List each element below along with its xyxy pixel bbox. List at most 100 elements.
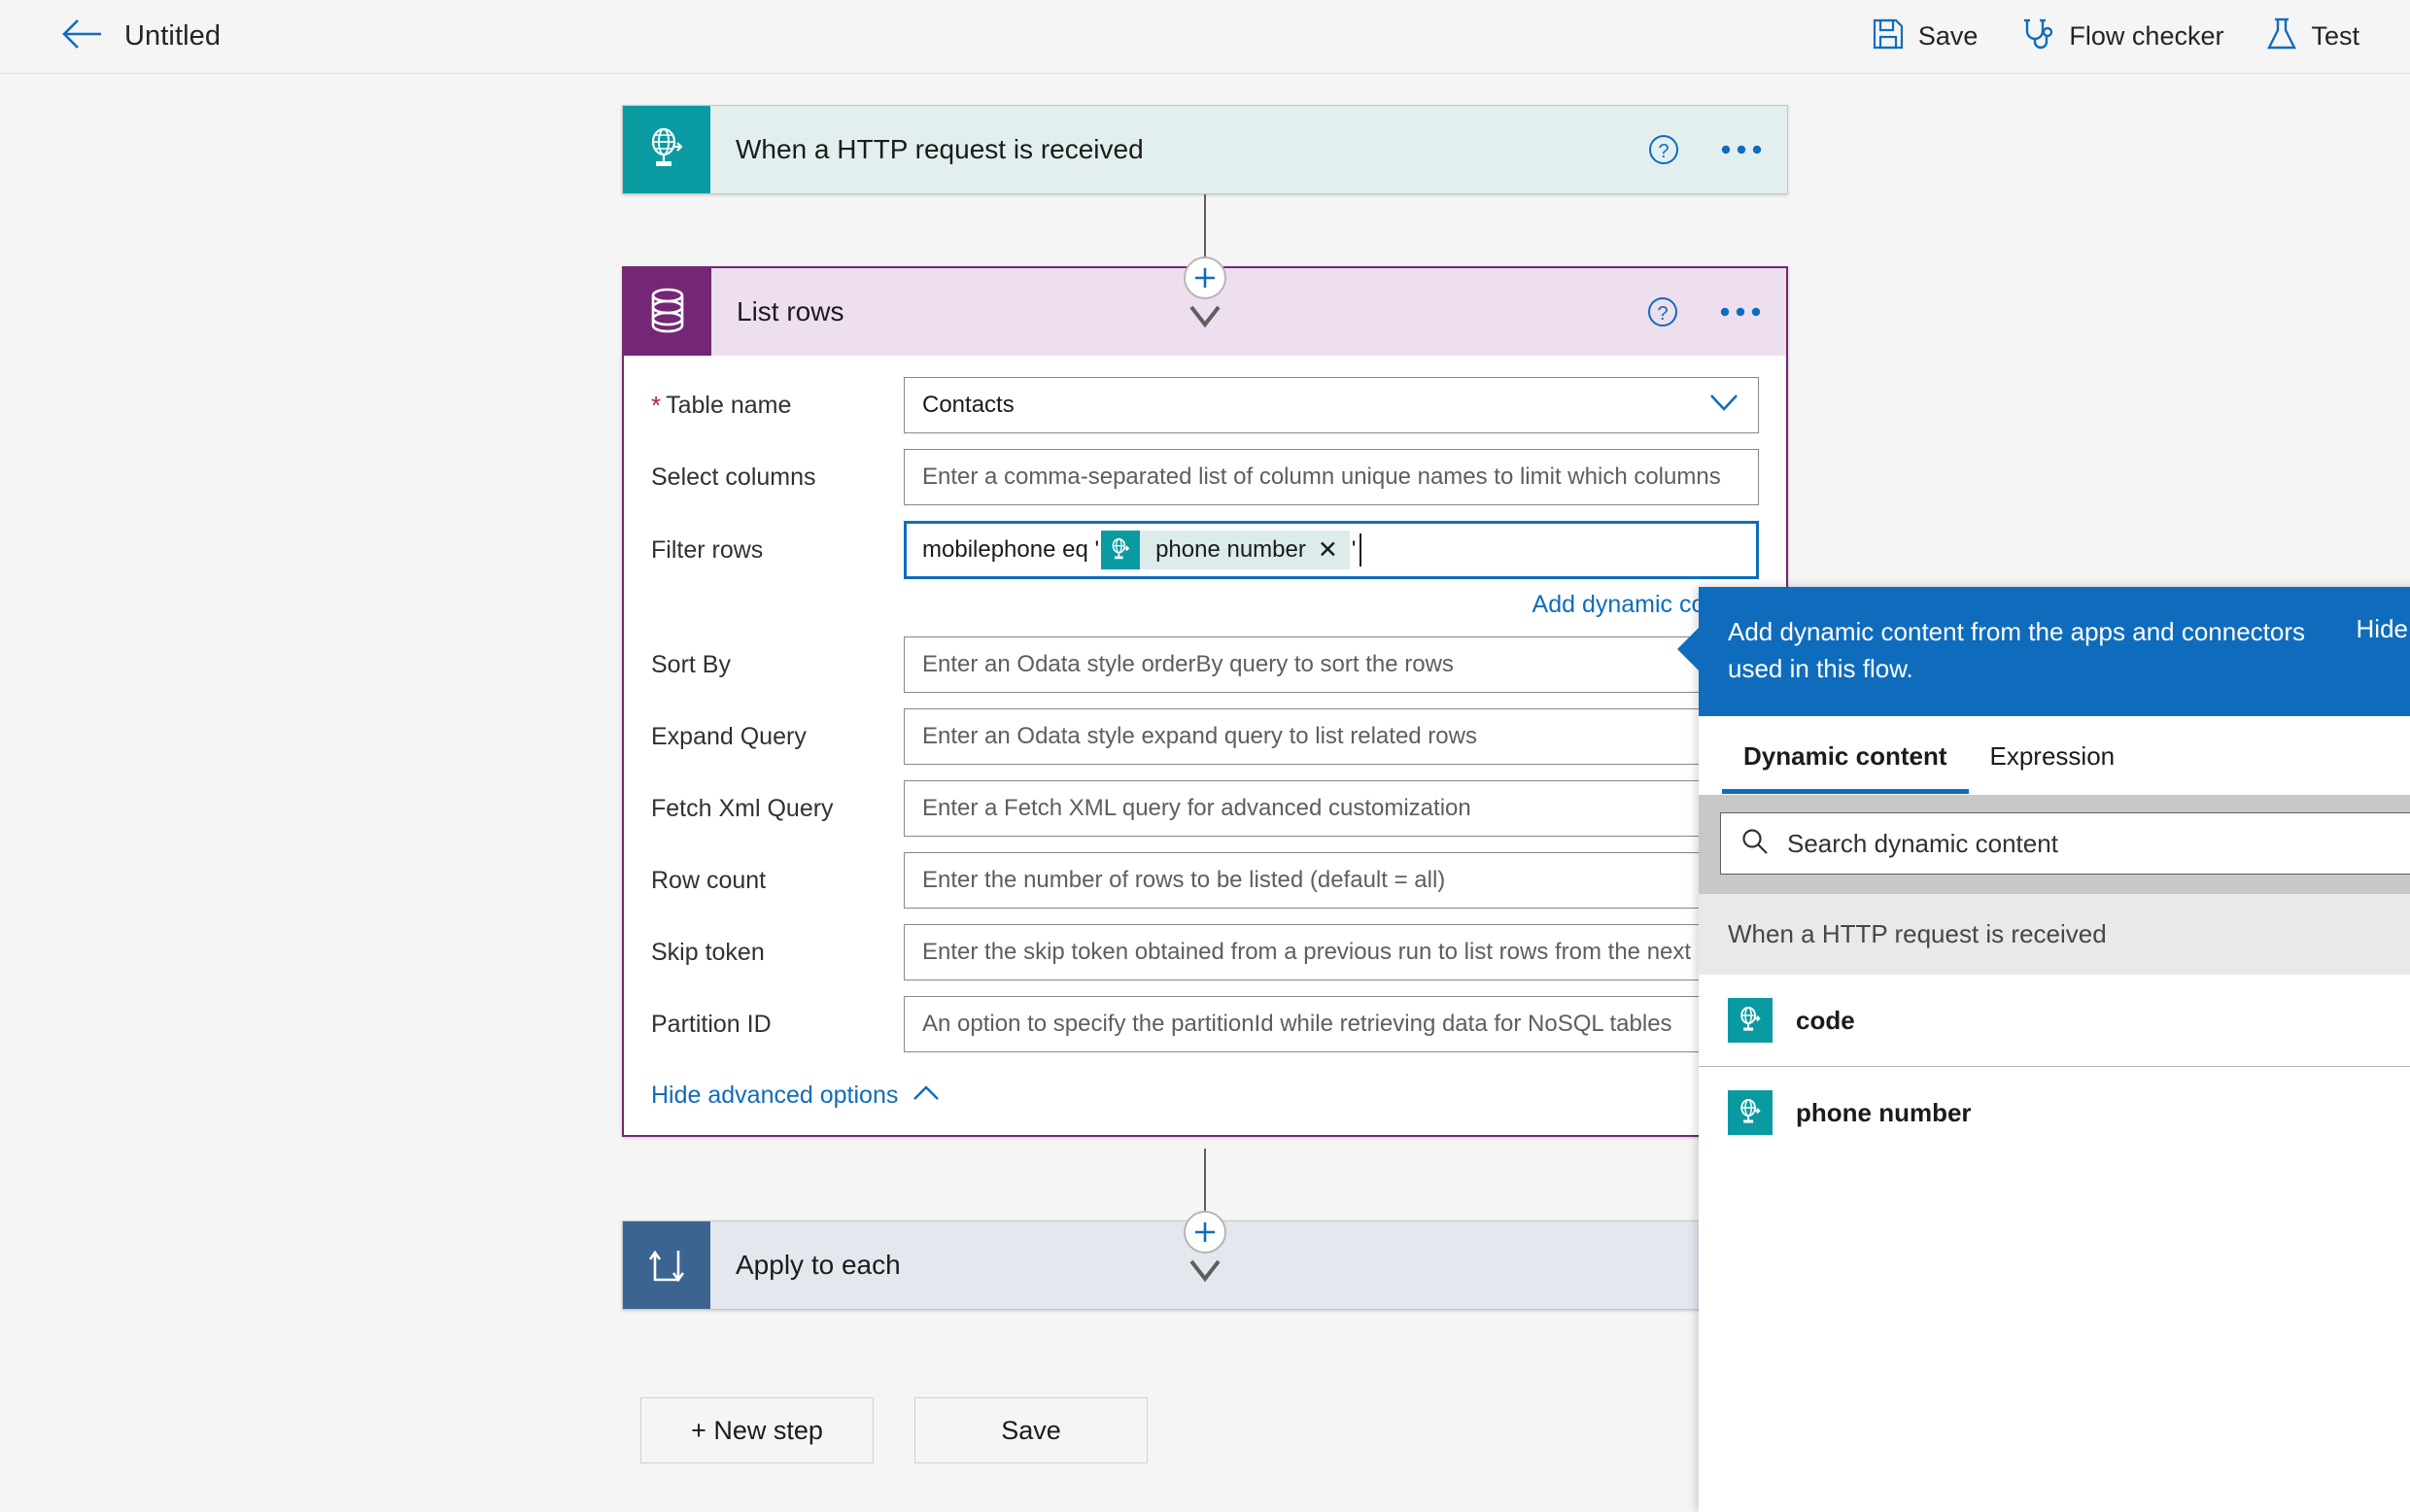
trigger-card-header[interactable]: When a HTTP request is received ? [710, 106, 1787, 193]
advanced-options-row: Hide advanced options [624, 1068, 1786, 1117]
flow-canvas: When a HTTP request is received ? List r… [0, 74, 2410, 1512]
save-flow-button[interactable]: Save [914, 1397, 1148, 1463]
field-label-table-name: * Table name [651, 392, 904, 420]
search-icon [1740, 827, 1770, 861]
token-label: phone number [1155, 536, 1306, 563]
dynamic-content-banner-text: Add dynamic content from the apps and co… [1728, 617, 2306, 683]
flow-title: Untitled [124, 20, 222, 52]
svg-text:?: ? [1657, 303, 1668, 325]
row-count-input[interactable]: Enter the number of rows to be listed (d… [904, 852, 1759, 909]
hide-advanced-options-link[interactable]: Hide advanced options [651, 1082, 898, 1110]
field-label-text: Expand Query [651, 722, 807, 750]
field-label-text: Table name [666, 391, 792, 419]
partition-id-input[interactable]: An option to specify the partitionId whi… [904, 996, 1759, 1052]
flow-checker-button[interactable]: Flow checker [2020, 13, 2223, 61]
http-request-icon [1101, 531, 1141, 569]
field-label-row-count: Row count [651, 867, 904, 895]
field-label-filter-rows: Filter rows [651, 536, 904, 565]
sort-by-input[interactable]: Enter an Odata style orderBy query to so… [904, 636, 1759, 693]
table-name-dropdown[interactable]: Contacts [904, 377, 1759, 433]
filter-rows-text-after: ' [1351, 536, 1357, 563]
dynamic-content-token-phone-number[interactable]: phone number ✕ [1101, 531, 1350, 569]
field-row-filter-rows: Filter rows mobilephone eq ' phone numbe… [624, 521, 1786, 579]
close-x-icon[interactable]: ✕ [1318, 537, 1350, 563]
apply-to-each-header[interactable]: Apply to each [710, 1221, 1787, 1309]
help-circle-icon[interactable]: ? [1647, 133, 1680, 166]
apply-to-each-title: Apply to each [736, 1250, 901, 1280]
connector-line-2 [1204, 1149, 1206, 1220]
filter-rows-input[interactable]: mobilephone eq ' phone number ✕ ' [904, 521, 1759, 579]
http-request-icon [623, 106, 710, 193]
canvas-bottom-actions: + New step Save [0, 1397, 1788, 1463]
field-label-text: Sort By [651, 650, 731, 678]
tab-dynamic-content[interactable]: Dynamic content [1722, 716, 1969, 795]
flask-icon [2266, 17, 2297, 56]
save-button[interactable]: Save [1872, 13, 1978, 61]
connector-arrow-1 [1188, 301, 1222, 337]
tab-expression[interactable]: Expression [1969, 716, 2137, 794]
panel-callout-arrow [1677, 628, 1699, 670]
field-row-partition-id: Partition ID An option to specify the pa… [624, 996, 1786, 1052]
field-row-table-name: * Table name Contacts [624, 377, 1786, 433]
database-stack-icon [624, 268, 711, 356]
field-label-sort-by: Sort By [651, 651, 904, 679]
search-placeholder: Search dynamic content [1787, 828, 2058, 858]
plus-icon [1195, 1222, 1215, 1242]
add-step-button-1[interactable] [1184, 257, 1226, 299]
trigger-card-http-request[interactable]: When a HTTP request is received ? [622, 105, 1788, 194]
field-row-fetch-xml-query: Fetch Xml Query Enter a Fetch XML query … [624, 780, 1786, 837]
field-row-sort-by: Sort By Enter an Odata style orderBy que… [624, 636, 1786, 693]
dynamic-content-item-label: code [1796, 1005, 1855, 1035]
field-label-expand-query: Expand Query [651, 723, 904, 751]
text-caret [1360, 533, 1362, 567]
table-name-value: Contacts [922, 392, 1015, 418]
dynamic-content-item-phone-number[interactable]: phone number [1699, 1067, 2410, 1159]
field-label-text: Select columns [651, 463, 816, 491]
top-command-bar: Untitled Save Flow checker Test [0, 0, 2410, 74]
field-label-skip-token: Skip token [651, 939, 904, 967]
dynamic-content-panel: Add dynamic content from the apps and co… [1677, 587, 2410, 1512]
dynamic-content-list: When a HTTP request is received code pho… [1699, 894, 2410, 1512]
stethoscope-icon [2020, 17, 2055, 56]
list-rows-header-bar[interactable]: List rows ? [711, 268, 1786, 356]
field-label-text: Row count [651, 866, 767, 894]
chevron-up-icon[interactable] [912, 1083, 941, 1108]
skip-token-input[interactable]: Enter the skip token obtained from a pre… [904, 924, 1759, 980]
field-label-text: Filter rows [651, 535, 764, 564]
field-label-fetch-xml-query: Fetch Xml Query [651, 795, 904, 823]
test-button[interactable]: Test [2266, 13, 2359, 61]
list-rows-form: * Table name Contacts Select columns Ent… [624, 356, 1786, 1135]
back-button[interactable] [58, 14, 105, 60]
http-request-icon [1728, 998, 1773, 1044]
chevron-down-icon[interactable] [1707, 392, 1740, 420]
help-circle-icon[interactable]: ? [1646, 295, 1679, 328]
http-request-icon [1728, 1090, 1773, 1136]
field-label-text: Partition ID [651, 1010, 772, 1038]
required-asterisk: * [651, 391, 662, 420]
ellipsis-icon[interactable] [1721, 143, 1762, 156]
connector-arrow-2 [1188, 1255, 1222, 1291]
filter-rows-text-before: mobilephone eq ' [922, 536, 1100, 563]
add-step-button-2[interactable] [1184, 1211, 1226, 1254]
dynamic-content-item-label: phone number [1796, 1097, 1972, 1127]
new-step-button[interactable]: + New step [640, 1397, 874, 1463]
dynamic-content-search-wrap: Search dynamic content [1699, 795, 2410, 895]
expand-query-input[interactable]: Enter an Odata style expand query to lis… [904, 708, 1759, 765]
list-rows-actions: ? [1646, 295, 1761, 328]
search-dynamic-content-input[interactable]: Search dynamic content [1720, 812, 2410, 876]
list-rows-title: List rows [737, 296, 844, 326]
hide-panel-link[interactable]: Hide [2357, 614, 2408, 644]
plus-icon [1195, 268, 1215, 288]
dynamic-content-tabs: Dynamic content Expression [1699, 716, 2410, 796]
fetch-xml-query-input[interactable]: Enter a Fetch XML query for advanced cus… [904, 780, 1759, 837]
ellipsis-icon[interactable] [1720, 305, 1761, 319]
field-row-row-count: Row count Enter the number of rows to be… [624, 852, 1786, 909]
field-label-text: Fetch Xml Query [651, 794, 834, 822]
dynamic-content-item-code[interactable]: code [1699, 975, 2410, 1068]
add-dynamic-content-row: Add dynamic content [624, 591, 1786, 619]
save-floppy-icon [1872, 17, 1905, 55]
svg-text:?: ? [1658, 141, 1669, 162]
action-card-list-rows[interactable]: List rows ? * Table name Contacts Select… [622, 266, 1788, 1137]
select-columns-input[interactable]: Enter a comma-separated list of column u… [904, 449, 1759, 505]
loop-icon [623, 1221, 710, 1309]
